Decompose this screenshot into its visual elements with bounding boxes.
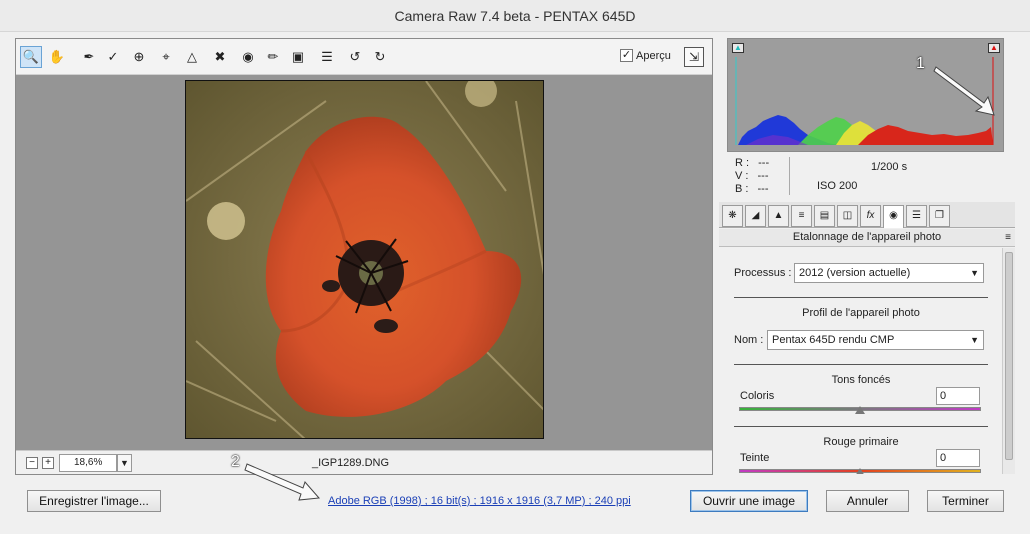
hue-input[interactable]: 0 <box>936 449 980 467</box>
detail-icon[interactable]: ▲ <box>768 205 789 227</box>
window-title: Camera Raw 7.4 beta - PENTAX 645D <box>0 0 1030 32</box>
zoom-in-button[interactable]: + <box>42 457 54 469</box>
zoom-dropdown-icon[interactable]: ▼ <box>117 454 132 472</box>
save-image-button[interactable]: Enregistrer l'image... <box>27 490 161 512</box>
process-value: 2012 (version actuelle) <box>799 267 911 279</box>
tint-label: Coloris <box>740 390 775 402</box>
profile-select[interactable]: Pentax 645D rendu CMP ▼ <box>767 330 984 350</box>
camera-calibration-icon[interactable]: ◉ <box>883 205 904 228</box>
v-readout: V : --- <box>735 170 769 182</box>
rotate-left-icon[interactable]: ↺ <box>344 46 366 68</box>
panel-title: Etalonnage de l'appareil photo <box>792 231 942 243</box>
white-balance-icon[interactable]: ✒ <box>78 46 100 68</box>
b-readout: B : --- <box>735 183 769 195</box>
rgb-readout: R : --- V : --- B : --- 1/200 s ISO 200 <box>733 155 1003 199</box>
hsl-icon[interactable]: ≡ <box>791 205 812 227</box>
workflow-options-link[interactable]: Adobe RGB (1998) ; 16 bit(s) ; 1916 x 19… <box>328 495 631 507</box>
rotate-right-icon[interactable]: ↻ <box>369 46 391 68</box>
tint-slider-thumb[interactable] <box>855 406 865 414</box>
panel-menu-icon[interactable]: ≡ <box>1005 229 1011 246</box>
open-image-button[interactable]: Ouvrir une image <box>690 490 808 512</box>
photo-preview <box>185 80 544 439</box>
camera-calibration-panel: Processus : 2012 (version actuelle) ▼ Pr… <box>722 248 1002 474</box>
preview-panel: 🔍 ✋ ✒ ✓ ⊕ ⌖ △ ✖ ◉ ✏ ▣ ☰ ↺ ↻ ✓ Aperçu ⇲ −… <box>15 38 713 475</box>
file-name: _IGP1289.DNG <box>312 457 390 469</box>
chevron-down-icon: ▼ <box>970 268 979 278</box>
name-label: Nom : <box>734 334 764 346</box>
tone-curve-icon[interactable]: ◢ <box>745 205 766 227</box>
status-bar: − + 18,6% ▼ _IGP1289.DNG <box>16 450 712 474</box>
hue-label: Teinte <box>740 452 770 464</box>
target-adjustment-icon[interactable]: ⊕ <box>128 46 150 68</box>
split-toning-icon[interactable]: ▤ <box>814 205 835 227</box>
profile-section-title: Profil de l'appareil photo <box>802 307 920 319</box>
red-eye-icon[interactable]: ◉ <box>237 46 259 68</box>
readout-divider <box>789 157 790 195</box>
graduated-filter-icon[interactable]: ▣ <box>287 46 309 68</box>
process-select[interactable]: 2012 (version actuelle) ▼ <box>794 263 984 283</box>
zoom-icon[interactable]: 🔍 <box>20 46 42 68</box>
hue-slider-thumb[interactable] <box>855 468 865 474</box>
divider <box>734 297 988 298</box>
panel-header: Etalonnage de l'appareil photo ≡ <box>719 229 1015 247</box>
annotation-marker-1: 1 <box>916 55 925 72</box>
presets-icon[interactable]: ☰ <box>906 205 927 227</box>
straighten-icon[interactable]: △ <box>181 46 203 68</box>
annotation-arrow-2-icon <box>244 463 321 501</box>
preview-label: Aperçu <box>636 49 671 62</box>
zoom-out-button[interactable]: − <box>26 457 38 469</box>
lens-corrections-icon[interactable]: ◫ <box>837 205 858 227</box>
annotation-marker-2: 2 <box>231 453 240 470</box>
r-readout: R : --- <box>735 157 770 169</box>
preview-checkbox[interactable]: ✓ <box>620 49 633 62</box>
preferences-icon[interactable]: ☰ <box>316 46 338 68</box>
color-sampler-icon[interactable]: ✓ <box>102 46 124 68</box>
cancel-button[interactable]: Annuler <box>826 490 909 512</box>
preview-toggle[interactable]: ✓ Aperçu <box>620 49 671 62</box>
red-primary-section-title: Rouge primaire <box>823 436 899 448</box>
process-label: Processus : <box>734 267 792 279</box>
adjustment-brush-icon[interactable]: ✏ <box>262 46 284 68</box>
shadows-section-title: Tons foncés <box>831 374 891 386</box>
hand-icon[interactable]: ✋ <box>46 46 68 68</box>
effects-icon[interactable]: fx <box>860 205 881 227</box>
divider <box>734 364 988 365</box>
poppy-image <box>186 81 543 438</box>
image-canvas[interactable] <box>16 75 712 450</box>
tint-input[interactable]: 0 <box>936 387 980 405</box>
crop-icon[interactable]: ⌖ <box>155 46 177 68</box>
zoom-level-field[interactable]: 18,6% <box>59 454 117 472</box>
done-button[interactable]: Terminer <box>927 490 1004 512</box>
panel-tabs: ❋ ◢ ▲ ≡ ▤ ◫ fx ◉ ☰ ❐ <box>719 202 1015 228</box>
profile-value: Pentax 645D rendu CMP <box>772 334 895 346</box>
iso-value: ISO 200 <box>817 180 858 192</box>
snapshots-icon[interactable]: ❐ <box>929 205 950 227</box>
panel-scrollbar[interactable] <box>1002 248 1015 474</box>
histogram: ▲ ▲ 1 <box>727 38 1004 152</box>
chevron-down-icon: ▼ <box>970 335 979 345</box>
shutter-speed: 1/200 s <box>871 161 908 173</box>
annotation-arrow-1-icon <box>933 66 995 116</box>
tool-bar: 🔍 ✋ ✒ ✓ ⊕ ⌖ △ ✖ ◉ ✏ ▣ ☰ ↺ ↻ ✓ Aperçu ⇲ <box>16 39 712 75</box>
spot-removal-icon[interactable]: ✖ <box>209 46 231 68</box>
scrollbar-thumb[interactable] <box>1005 252 1013 460</box>
fullscreen-button[interactable]: ⇲ <box>684 47 704 67</box>
basic-icon[interactable]: ❋ <box>722 205 743 227</box>
divider <box>734 426 988 427</box>
